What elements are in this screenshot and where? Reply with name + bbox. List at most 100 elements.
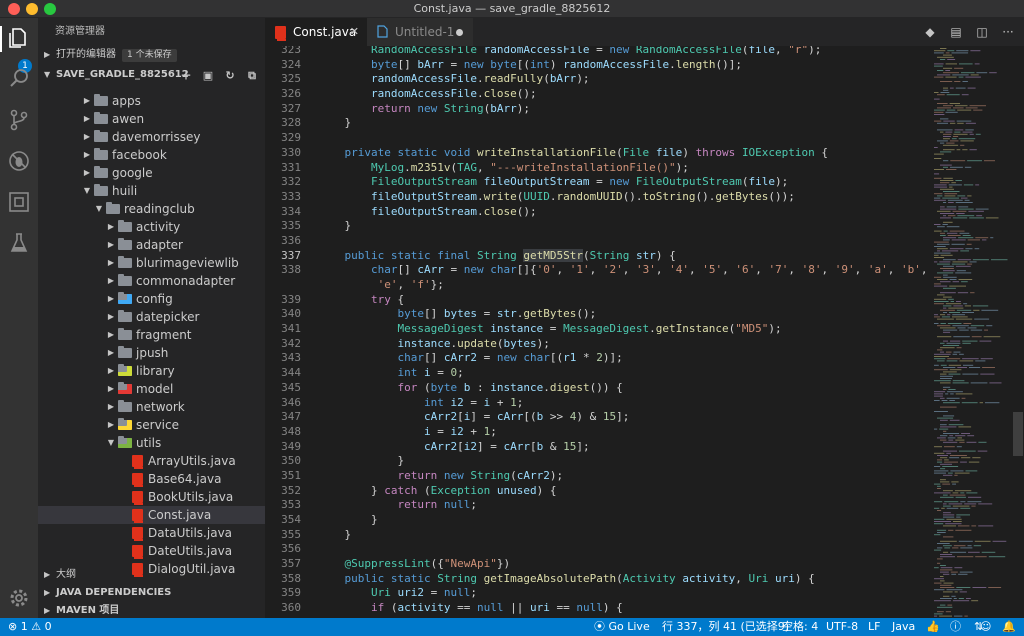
- project-section[interactable]: ▼ SAVE_GRADLE_8825612 ＋ ▣ ↻ ⧉: [38, 66, 265, 84]
- open-editors-section[interactable]: ▶ 打开的编辑器 1 个未保存: [38, 46, 265, 64]
- tree-folder[interactable]: ▼ utils: [38, 434, 265, 452]
- tree-file[interactable]: ArrayUtils.java: [38, 452, 265, 470]
- code-line[interactable]: try {: [318, 293, 930, 308]
- tree-folder[interactable]: ▶ apps: [38, 92, 265, 110]
- code-line[interactable]: fileOutputStream.write(UUID.randomUUID()…: [318, 190, 930, 205]
- code-line[interactable]: for (byte b : instance.digest()) {: [318, 381, 930, 396]
- tree-folder[interactable]: ▶ commonadapter: [38, 272, 265, 290]
- maven-section[interactable]: ▶ MAVEN 项目: [38, 602, 265, 618]
- code-line[interactable]: return new String(cArr2);: [318, 469, 930, 484]
- language-mode[interactable]: Java: [892, 618, 915, 636]
- tab-const-java[interactable]: Const.java ✕: [265, 18, 367, 46]
- go-live-button[interactable]: ⦿ Go Live: [594, 618, 650, 636]
- new-file-icon[interactable]: ＋: [179, 69, 193, 83]
- tree-folder[interactable]: ▶ datepicker: [38, 308, 265, 326]
- code-line[interactable]: }: [318, 513, 930, 528]
- code-line[interactable]: [318, 131, 930, 146]
- code-line[interactable]: int i2 = i + 1;: [318, 396, 930, 411]
- problems-indicator[interactable]: ⊗ 1 ⚠ 0: [8, 618, 52, 636]
- extensions-icon[interactable]: [7, 190, 31, 214]
- close-tab-icon[interactable]: ✕: [350, 18, 359, 46]
- new-folder-icon[interactable]: ▣: [201, 69, 215, 83]
- unsaved-dot-icon[interactable]: [456, 29, 463, 36]
- cursor-position[interactable]: 行 337，列 41 (已选择9): [662, 618, 789, 636]
- outline-section[interactable]: ▶ 大纲: [38, 566, 265, 584]
- code-line[interactable]: }: [318, 454, 930, 469]
- settings-gear-icon[interactable]: [7, 586, 31, 610]
- encoding[interactable]: UTF-8: [826, 618, 858, 636]
- code-line[interactable]: RandomAccessFile randomAccessFile = new …: [318, 46, 930, 58]
- tree-folder[interactable]: ▼ readingclub: [38, 200, 265, 218]
- tree-folder[interactable]: ▶ google: [38, 164, 265, 182]
- minimap[interactable]: [930, 46, 1012, 618]
- tree-file[interactable]: Const.java: [38, 506, 265, 524]
- source-control-icon[interactable]: [7, 108, 31, 132]
- code-line[interactable]: [318, 234, 930, 249]
- tree-folder[interactable]: ▶ activity: [38, 218, 265, 236]
- code-line[interactable]: char[] cArr = new char[]{'0', '1', '2', …: [318, 263, 930, 278]
- git-compare-icon[interactable]: ◆: [922, 24, 938, 40]
- code-line[interactable]: return new String(bArr);: [318, 102, 930, 117]
- tree-file[interactable]: Base64.java: [38, 470, 265, 488]
- tree-file[interactable]: DateUtils.java: [38, 542, 265, 560]
- code-lines[interactable]: RandomAccessFile randomAccessFile = new …: [318, 46, 930, 616]
- code-line[interactable]: char[] cArr2 = new char[(r1 * 2)];: [318, 351, 930, 366]
- tab-untitled-1[interactable]: Untitled-1: [367, 18, 473, 46]
- code-line[interactable]: fileOutputStream.close();: [318, 205, 930, 220]
- tree-folder[interactable]: ▶ jpush: [38, 344, 265, 362]
- tree-folder[interactable]: ▼ huili: [38, 182, 265, 200]
- code-line[interactable]: private static void writeInstallationFil…: [318, 146, 930, 161]
- refresh-icon[interactable]: ↻: [223, 69, 237, 83]
- open-preview-icon[interactable]: ▤: [948, 24, 964, 40]
- notifications-bell-icon[interactable]: 🔔: [1002, 618, 1016, 636]
- code-line[interactable]: i = i2 + 1;: [318, 425, 930, 440]
- code-editor[interactable]: 323 324 325 326 327 328 329 330 331 332 333 334 335 3…: [265, 46, 930, 618]
- java-dependencies-section[interactable]: ▶ JAVA DEPENDENCIES: [38, 584, 265, 602]
- search-icon[interactable]: [7, 67, 31, 91]
- tree-folder[interactable]: ▶ blurimageviewlib: [38, 254, 265, 272]
- tree-file[interactable]: DataUtils.java: [38, 524, 265, 542]
- code-line[interactable]: int i = 0;: [318, 366, 930, 381]
- tree-folder[interactable]: ▶ facebook: [38, 146, 265, 164]
- code-line[interactable]: return null;: [318, 498, 930, 513]
- debug-icon[interactable]: [7, 149, 31, 173]
- code-line[interactable]: cArr2[i2] = cArr[b & 15];: [318, 440, 930, 455]
- more-actions-icon[interactable]: ···: [1000, 24, 1016, 40]
- code-line[interactable]: byte[] bArr = new byte[(int) randomAcces…: [318, 58, 930, 73]
- code-line[interactable]: }: [318, 528, 930, 543]
- code-line[interactable]: byte[] bytes = str.getBytes();: [318, 307, 930, 322]
- editor-scrollbar[interactable]: [1012, 46, 1024, 618]
- code-line[interactable]: instance.update(bytes);: [318, 337, 930, 352]
- tree-folder[interactable]: ▶ adapter: [38, 236, 265, 254]
- feedback-smiley-icon[interactable]: ☺: [980, 618, 991, 636]
- split-editor-icon[interactable]: ◫: [974, 24, 990, 40]
- code-line[interactable]: public static String getImageAbsolutePat…: [318, 572, 930, 587]
- test-flask-icon[interactable]: [7, 231, 31, 255]
- code-line[interactable]: MyLog.m2351v(TAG, "---writeInstallationF…: [318, 161, 930, 176]
- code-line[interactable]: }: [318, 116, 930, 131]
- tree-folder[interactable]: ▶ fragment: [38, 326, 265, 344]
- code-line[interactable]: randomAccessFile.readFully(bArr);: [318, 72, 930, 87]
- thumbs-up-icon[interactable]: 👍: [926, 618, 940, 636]
- code-line[interactable]: Uri uri2 = null;: [318, 586, 930, 601]
- code-line[interactable]: if (activity == null || uri == null) {: [318, 601, 930, 616]
- tree-folder[interactable]: ▶ config: [38, 290, 265, 308]
- code-line[interactable]: }: [318, 219, 930, 234]
- code-line[interactable]: randomAccessFile.close();: [318, 87, 930, 102]
- code-line[interactable]: cArr2[i] = cArr[(b >> 4) & 15];: [318, 410, 930, 425]
- scroll-thumb[interactable]: [1013, 412, 1023, 456]
- info-icon[interactable]: ⓘ: [950, 618, 961, 636]
- code-line[interactable]: } catch (Exception unused) {: [318, 484, 930, 499]
- tree-file[interactable]: BookUtils.java: [38, 488, 265, 506]
- tree-folder[interactable]: ▶ network: [38, 398, 265, 416]
- explorer-icon[interactable]: [7, 26, 31, 50]
- code-line[interactable]: FileOutputStream fileOutputStream = new …: [318, 175, 930, 190]
- code-line[interactable]: @SuppressLint({"NewApi"}): [318, 557, 930, 572]
- code-line[interactable]: public static final String getMD5Str(Str…: [318, 248, 930, 264]
- indentation[interactable]: 空格: 4: [782, 618, 818, 636]
- collapse-all-icon[interactable]: ⧉: [245, 69, 259, 83]
- end-of-line[interactable]: LF: [868, 618, 880, 636]
- code-line[interactable]: [318, 542, 930, 557]
- tree-folder[interactable]: ▶ library: [38, 362, 265, 380]
- code-line[interactable]: MessageDigest instance = MessageDigest.g…: [318, 322, 930, 337]
